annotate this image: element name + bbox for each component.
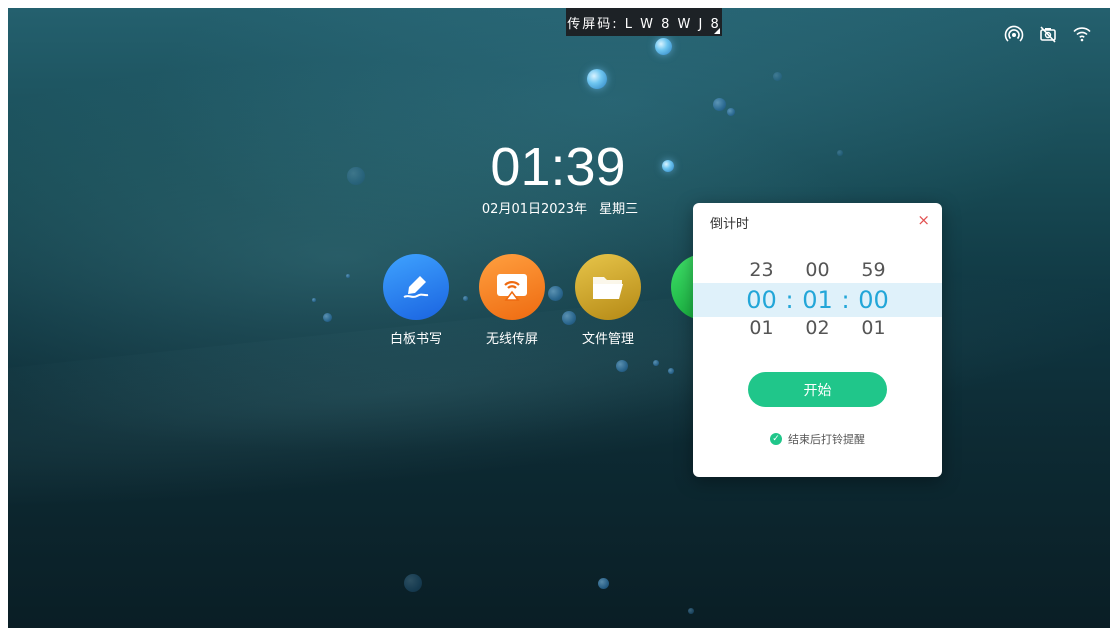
seconds-next[interactable]: 01: [850, 317, 898, 339]
clock-date: 02月01日2023年: [481, 202, 588, 217]
cast-code-badge[interactable]: 传屏码: L W 8 W J 8: [566, 8, 722, 36]
no-camera-icon: [1038, 24, 1058, 44]
minutes-next[interactable]: 02: [794, 317, 842, 339]
clock-time: 01:39: [490, 137, 626, 197]
wireless-cast-icon[interactable]: [479, 254, 545, 320]
hotspot-icon: [1004, 24, 1024, 44]
app-label: 文件管理: [581, 332, 634, 347]
pen-icon[interactable]: [383, 254, 449, 320]
hours-prev[interactable]: 23: [738, 259, 786, 281]
hours-selected[interactable]: 00: [738, 286, 786, 314]
desktop-screen: 传屏码: L W 8 W J 8 01:39 02月01日2023年 星期三 白板…: [8, 8, 1110, 628]
bubble-decoration: [598, 578, 609, 589]
remind-label: 结束后打铃提醒: [788, 433, 865, 446]
bubble-decoration: [662, 160, 674, 172]
start-button[interactable]: 开始: [748, 372, 887, 407]
bubble-decoration: [653, 360, 659, 366]
check-icon[interactable]: ✓: [770, 433, 782, 445]
countdown-panel: 倒计时 × 23 00 59 00 : 01 : 00 01 02 01 开始 …: [693, 203, 942, 477]
bubble-decoration: [404, 574, 422, 592]
clock-date-line: 02月01日2023年 星期三: [470, 198, 650, 217]
hours-next[interactable]: 01: [738, 317, 786, 339]
seconds-selected[interactable]: 00: [850, 286, 898, 314]
picker-next-row: 01 02 01: [693, 317, 942, 339]
bubble-decoration: [655, 38, 672, 55]
corner-indicator-icon: [714, 28, 720, 34]
bubble-decoration: [312, 298, 316, 302]
time-separator: :: [785, 286, 794, 314]
bubble-decoration: [587, 69, 607, 89]
bubble-decoration: [346, 274, 350, 278]
bubble-decoration: [347, 167, 365, 185]
close-icon[interactable]: ×: [917, 211, 930, 229]
bubble-decoration: [837, 150, 843, 156]
minutes-selected[interactable]: 01: [794, 286, 842, 314]
app-launcher: 白板书写 无线传屏 文件管理 更: [381, 254, 739, 347]
app-wireless-cast[interactable]: 无线传屏: [477, 254, 547, 347]
panel-title: 倒计时: [710, 217, 750, 232]
seconds-prev[interactable]: 59: [850, 259, 898, 281]
bubble-decoration: [773, 72, 782, 81]
ring-reminder-option[interactable]: ✓ 结束后打铃提醒: [693, 431, 942, 447]
bubble-decoration: [668, 368, 674, 374]
app-label: 无线传屏: [485, 332, 538, 347]
cast-code-text: 传屏码: L W 8 W J 8: [567, 16, 721, 32]
status-bar: [1004, 24, 1092, 44]
folder-icon[interactable]: [575, 254, 641, 320]
bubble-decoration: [713, 98, 726, 111]
wifi-icon: [1072, 24, 1092, 44]
app-whiteboard[interactable]: 白板书写: [381, 254, 451, 347]
app-label: 白板书写: [389, 332, 442, 347]
bubble-decoration: [323, 313, 332, 322]
bubble-decoration: [727, 108, 735, 116]
clock-weekday: 星期三: [599, 202, 639, 217]
bubble-decoration: [616, 360, 628, 372]
picker-selected-row: 00 : 01 : 00: [693, 283, 942, 317]
time-separator: :: [841, 286, 850, 314]
picker-prev-row: 23 00 59: [693, 259, 942, 281]
minutes-prev[interactable]: 00: [794, 259, 842, 281]
app-file-manager[interactable]: 文件管理: [573, 254, 643, 347]
bubble-decoration: [688, 608, 694, 614]
